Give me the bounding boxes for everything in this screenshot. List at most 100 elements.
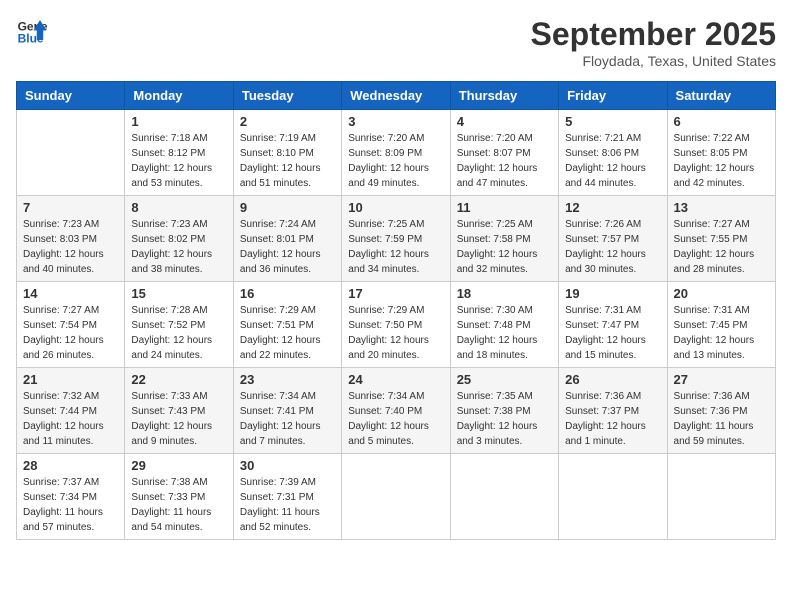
day-number: 6 bbox=[674, 114, 769, 129]
day-cell: 20 Sunrise: 7:31 AM Sunset: 7:45 PM Dayli… bbox=[667, 282, 775, 368]
day-info: Sunrise: 7:36 AM Sunset: 7:36 PM Dayligh… bbox=[674, 389, 769, 449]
day-number: 11 bbox=[457, 200, 552, 215]
day-cell: 2 Sunrise: 7:19 AM Sunset: 8:10 PM Daylig… bbox=[233, 110, 341, 196]
day-info: Sunrise: 7:25 AM Sunset: 7:58 PM Dayligh… bbox=[457, 217, 552, 277]
day-cell: 11 Sunrise: 7:25 AM Sunset: 7:58 PM Dayli… bbox=[450, 196, 558, 282]
day-number: 18 bbox=[457, 286, 552, 301]
day-info: Sunrise: 7:23 AM Sunset: 8:02 PM Dayligh… bbox=[131, 217, 226, 277]
day-cell bbox=[342, 454, 450, 540]
day-cell: 22Sunrise: 7:33 AM Sunset: 7:43 PM Dayli… bbox=[125, 368, 233, 454]
day-cell: 29Sunrise: 7:38 AM Sunset: 7:33 PM Dayli… bbox=[125, 454, 233, 540]
day-cell: 6 Sunrise: 7:22 AM Sunset: 8:05 PM Daylig… bbox=[667, 110, 775, 196]
day-info: Sunrise: 7:32 AM Sunset: 7:44 PM Dayligh… bbox=[23, 389, 118, 449]
day-info: Sunrise: 7:39 AM Sunset: 7:31 PM Dayligh… bbox=[240, 475, 335, 535]
day-cell: 13 Sunrise: 7:27 AM Sunset: 7:55 PM Dayli… bbox=[667, 196, 775, 282]
day-cell: 18Sunrise: 7:30 AM Sunset: 7:48 PM Dayli… bbox=[450, 282, 558, 368]
day-info: Sunrise: 7:31 AM Sunset: 7:45 PM Dayligh… bbox=[674, 303, 769, 363]
day-cell: 4Sunrise: 7:20 AM Sunset: 8:07 PM Daylig… bbox=[450, 110, 558, 196]
week-row-3: 14 Sunrise: 7:27 AM Sunset: 7:54 PM Dayli… bbox=[17, 282, 776, 368]
day-number: 23 bbox=[240, 372, 335, 387]
day-info: Sunrise: 7:22 AM Sunset: 8:05 PM Dayligh… bbox=[674, 131, 769, 191]
day-cell: 10 Sunrise: 7:25 AM Sunset: 7:59 PM Dayli… bbox=[342, 196, 450, 282]
weekday-header-wednesday: Wednesday bbox=[342, 82, 450, 110]
page-header: General Blue September 2025 Floydada, Te… bbox=[16, 16, 776, 69]
day-number: 25 bbox=[457, 372, 552, 387]
day-cell: 25 Sunrise: 7:35 AM Sunset: 7:38 PM Dayli… bbox=[450, 368, 558, 454]
day-info: Sunrise: 7:25 AM Sunset: 7:59 PM Dayligh… bbox=[348, 217, 443, 277]
day-cell: 15 Sunrise: 7:28 AM Sunset: 7:52 PM Dayli… bbox=[125, 282, 233, 368]
day-number: 10 bbox=[348, 200, 443, 215]
day-number: 4 bbox=[457, 114, 552, 129]
day-cell: 21 Sunrise: 7:32 AM Sunset: 7:44 PM Dayli… bbox=[17, 368, 125, 454]
weekday-header-sunday: Sunday bbox=[17, 82, 125, 110]
day-number: 8 bbox=[131, 200, 226, 215]
day-cell: 1 Sunrise: 7:18 AM Sunset: 8:12 PM Daylig… bbox=[125, 110, 233, 196]
day-number: 24 bbox=[348, 372, 443, 387]
day-number: 26 bbox=[565, 372, 660, 387]
day-info: Sunrise: 7:24 AM Sunset: 8:01 PM Dayligh… bbox=[240, 217, 335, 277]
day-number: 17 bbox=[348, 286, 443, 301]
day-cell bbox=[667, 454, 775, 540]
day-info: Sunrise: 7:28 AM Sunset: 7:52 PM Dayligh… bbox=[131, 303, 226, 363]
location: Floydada, Texas, United States bbox=[531, 53, 776, 69]
day-info: Sunrise: 7:34 AM Sunset: 7:41 PM Dayligh… bbox=[240, 389, 335, 449]
day-number: 3 bbox=[348, 114, 443, 129]
weekday-header-row: SundayMondayTuesdayWednesdayThursdayFrid… bbox=[17, 82, 776, 110]
day-number: 2 bbox=[240, 114, 335, 129]
day-cell: 23 Sunrise: 7:34 AM Sunset: 7:41 PM Dayli… bbox=[233, 368, 341, 454]
day-cell: 9 Sunrise: 7:24 AM Sunset: 8:01 PM Daylig… bbox=[233, 196, 341, 282]
day-cell: 24 Sunrise: 7:34 AM Sunset: 7:40 PM Dayli… bbox=[342, 368, 450, 454]
week-row-4: 21 Sunrise: 7:32 AM Sunset: 7:44 PM Dayli… bbox=[17, 368, 776, 454]
day-number: 30 bbox=[240, 458, 335, 473]
day-cell bbox=[17, 110, 125, 196]
day-cell: 19 Sunrise: 7:31 AM Sunset: 7:47 PM Dayli… bbox=[559, 282, 667, 368]
week-row-2: 7 Sunrise: 7:23 AM Sunset: 8:03 PM Daylig… bbox=[17, 196, 776, 282]
weekday-header-thursday: Thursday bbox=[450, 82, 558, 110]
day-number: 15 bbox=[131, 286, 226, 301]
day-number: 1 bbox=[131, 114, 226, 129]
day-cell: 8 Sunrise: 7:23 AM Sunset: 8:02 PM Daylig… bbox=[125, 196, 233, 282]
day-cell: 27Sunrise: 7:36 AM Sunset: 7:36 PM Dayli… bbox=[667, 368, 775, 454]
day-cell: 17 Sunrise: 7:29 AM Sunset: 7:50 PM Dayli… bbox=[342, 282, 450, 368]
calendar-table: SundayMondayTuesdayWednesdayThursdayFrid… bbox=[16, 81, 776, 540]
logo-icon: General Blue bbox=[16, 16, 48, 48]
day-cell: 16Sunrise: 7:29 AM Sunset: 7:51 PM Dayli… bbox=[233, 282, 341, 368]
day-info: Sunrise: 7:36 AM Sunset: 7:37 PM Dayligh… bbox=[565, 389, 660, 449]
day-cell: 26 Sunrise: 7:36 AM Sunset: 7:37 PM Dayli… bbox=[559, 368, 667, 454]
day-info: Sunrise: 7:27 AM Sunset: 7:55 PM Dayligh… bbox=[674, 217, 769, 277]
title-block: September 2025 Floydada, Texas, United S… bbox=[531, 16, 776, 69]
day-info: Sunrise: 7:18 AM Sunset: 8:12 PM Dayligh… bbox=[131, 131, 226, 191]
day-number: 22 bbox=[131, 372, 226, 387]
day-info: Sunrise: 7:26 AM Sunset: 7:57 PM Dayligh… bbox=[565, 217, 660, 277]
day-info: Sunrise: 7:34 AM Sunset: 7:40 PM Dayligh… bbox=[348, 389, 443, 449]
weekday-header-tuesday: Tuesday bbox=[233, 82, 341, 110]
day-number: 13 bbox=[674, 200, 769, 215]
day-number: 12 bbox=[565, 200, 660, 215]
day-info: Sunrise: 7:19 AM Sunset: 8:10 PM Dayligh… bbox=[240, 131, 335, 191]
day-cell: 12 Sunrise: 7:26 AM Sunset: 7:57 PM Dayli… bbox=[559, 196, 667, 282]
day-info: Sunrise: 7:31 AM Sunset: 7:47 PM Dayligh… bbox=[565, 303, 660, 363]
weekday-header-friday: Friday bbox=[559, 82, 667, 110]
weekday-header-saturday: Saturday bbox=[667, 82, 775, 110]
day-number: 21 bbox=[23, 372, 118, 387]
day-info: Sunrise: 7:35 AM Sunset: 7:38 PM Dayligh… bbox=[457, 389, 552, 449]
day-number: 7 bbox=[23, 200, 118, 215]
day-info: Sunrise: 7:37 AM Sunset: 7:34 PM Dayligh… bbox=[23, 475, 118, 535]
day-number: 28 bbox=[23, 458, 118, 473]
day-number: 9 bbox=[240, 200, 335, 215]
day-info: Sunrise: 7:21 AM Sunset: 8:06 PM Dayligh… bbox=[565, 131, 660, 191]
day-info: Sunrise: 7:29 AM Sunset: 7:50 PM Dayligh… bbox=[348, 303, 443, 363]
day-info: Sunrise: 7:27 AM Sunset: 7:54 PM Dayligh… bbox=[23, 303, 118, 363]
day-info: Sunrise: 7:23 AM Sunset: 8:03 PM Dayligh… bbox=[23, 217, 118, 277]
day-number: 19 bbox=[565, 286, 660, 301]
day-number: 20 bbox=[674, 286, 769, 301]
logo: General Blue bbox=[16, 16, 48, 48]
day-number: 14 bbox=[23, 286, 118, 301]
day-cell: 7 Sunrise: 7:23 AM Sunset: 8:03 PM Daylig… bbox=[17, 196, 125, 282]
day-info: Sunrise: 7:29 AM Sunset: 7:51 PM Dayligh… bbox=[240, 303, 335, 363]
day-cell: 14 Sunrise: 7:27 AM Sunset: 7:54 PM Dayli… bbox=[17, 282, 125, 368]
day-cell: 28 Sunrise: 7:37 AM Sunset: 7:34 PM Dayli… bbox=[17, 454, 125, 540]
day-cell: 3Sunrise: 7:20 AM Sunset: 8:09 PM Daylig… bbox=[342, 110, 450, 196]
day-cell bbox=[559, 454, 667, 540]
week-row-1: 1 Sunrise: 7:18 AM Sunset: 8:12 PM Daylig… bbox=[17, 110, 776, 196]
